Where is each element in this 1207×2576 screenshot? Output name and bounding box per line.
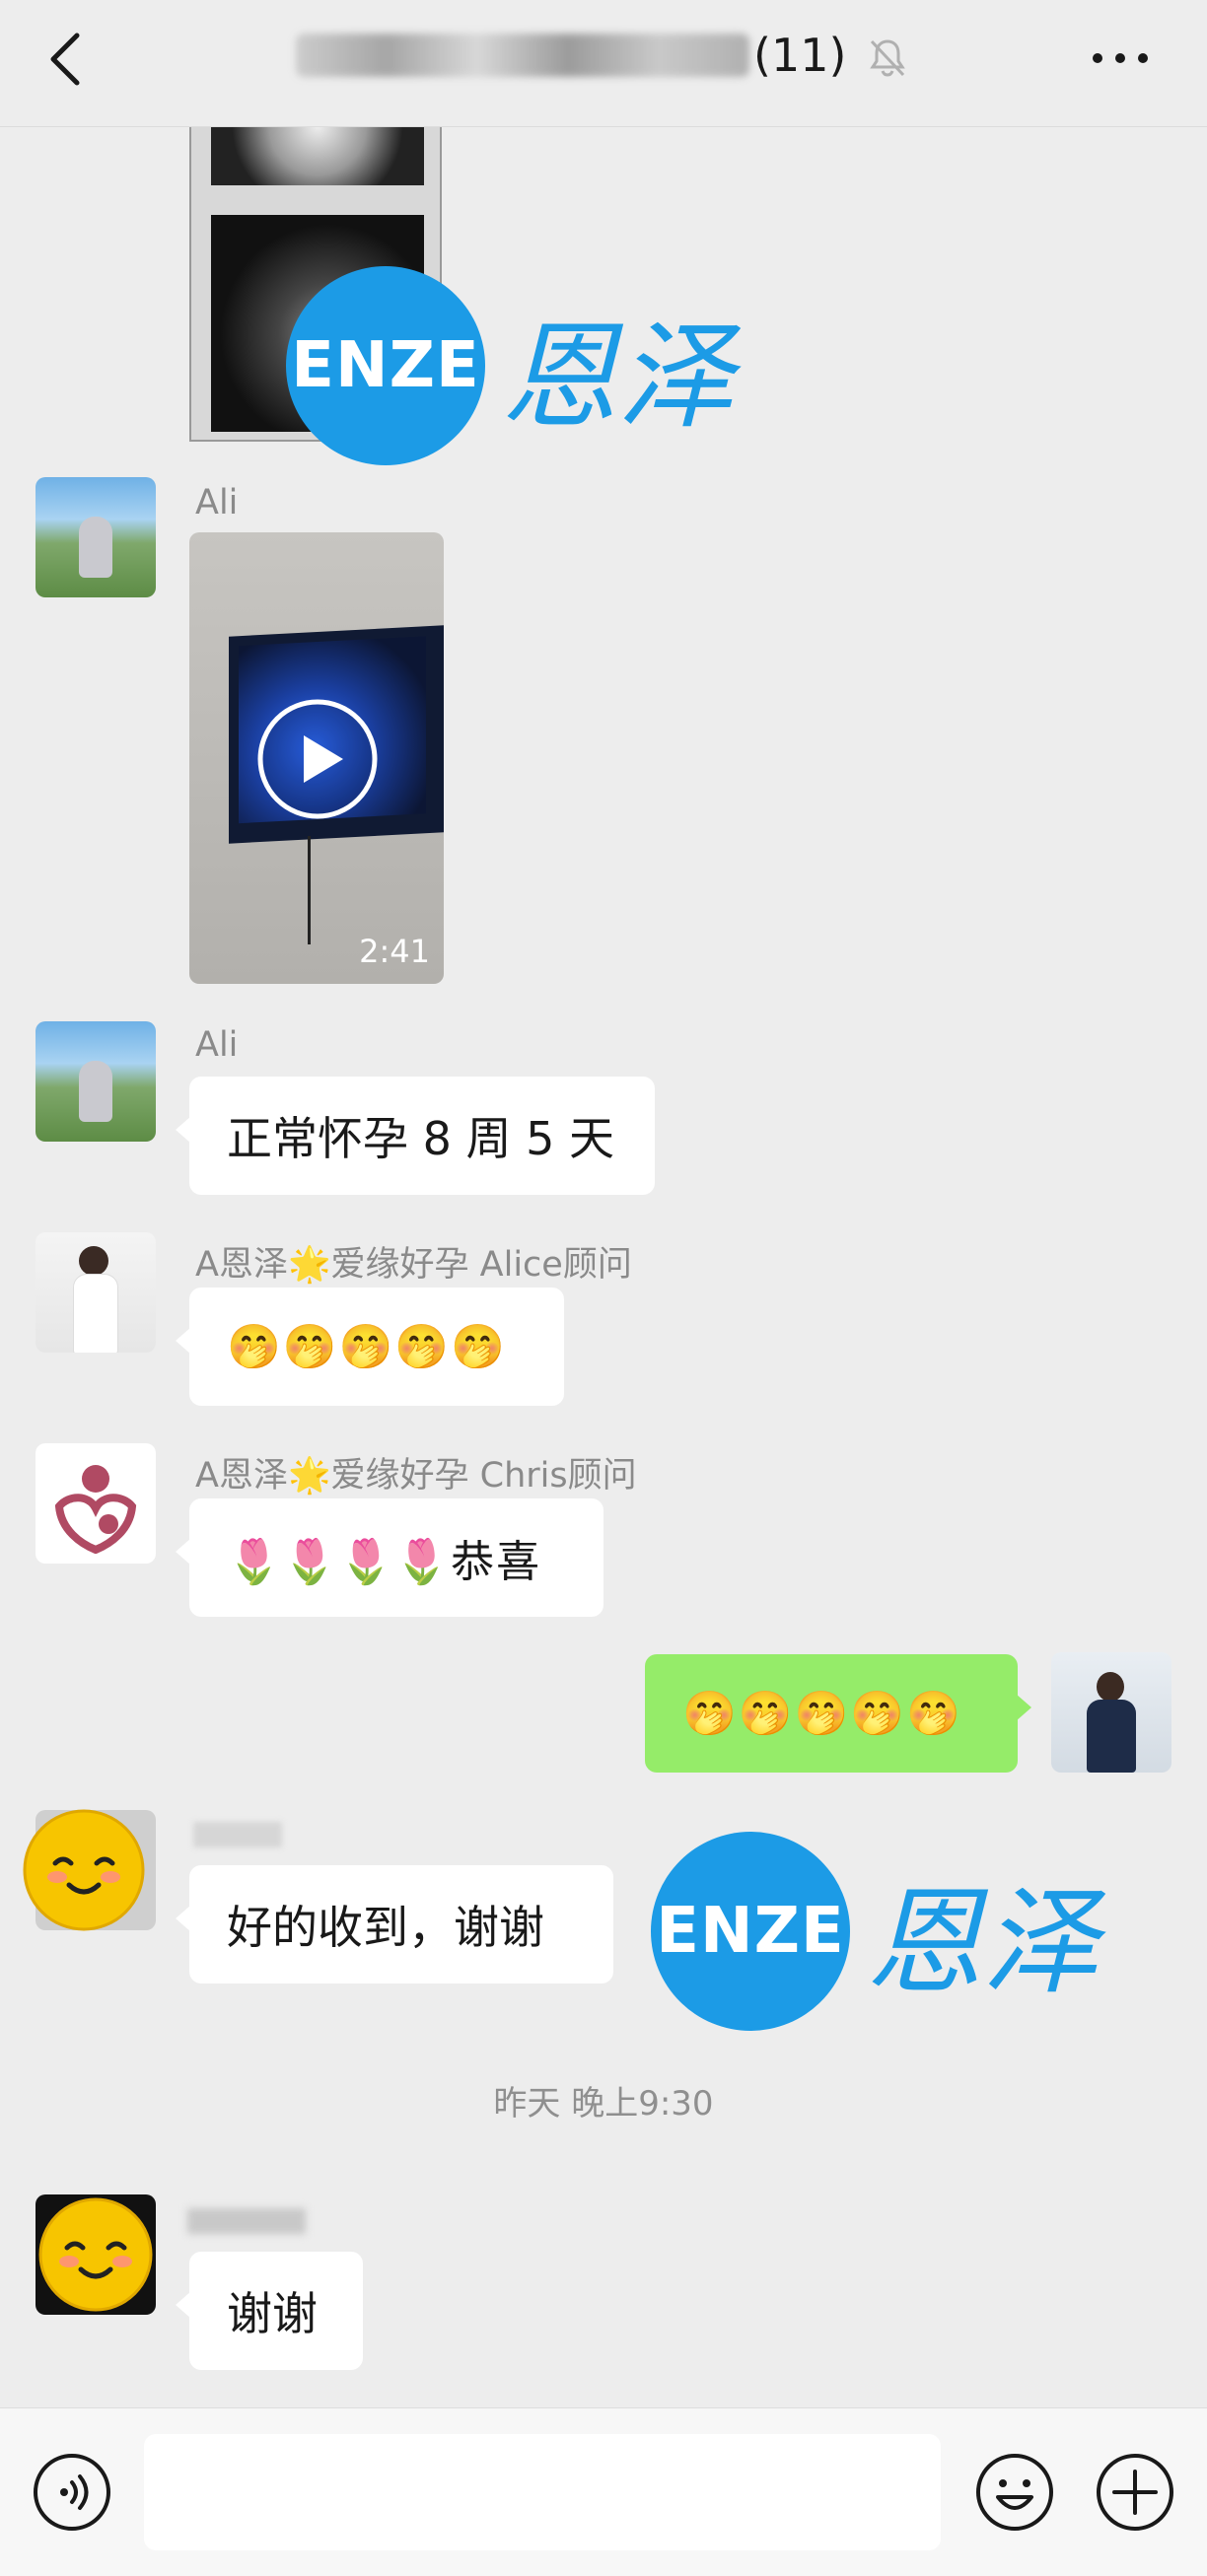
member-count: (11) <box>753 29 847 82</box>
chevron-left-icon[interactable] <box>43 30 87 89</box>
message-video[interactable]: 2:41 <box>189 532 444 984</box>
sender-name-blurred <box>187 2208 306 2234</box>
avatar-person <box>73 1274 118 1353</box>
emoji-icon[interactable] <box>974 2452 1055 2533</box>
my-avatar[interactable] <box>1051 1652 1172 1773</box>
avatar[interactable] <box>36 1443 156 1564</box>
more-dots-icon[interactable] <box>1091 51 1150 65</box>
sender-name: Ali <box>195 1025 239 1065</box>
input-bar <box>0 2407 1207 2576</box>
message-bubble[interactable]: 正常怀孕 8 周 5 天 <box>176 1077 655 1195</box>
video-duration: 2:41 <box>359 933 430 970</box>
sender-name: A恩泽🌟爱缘好孕 Alice顾问 <box>195 1245 632 1285</box>
enze-logo-text: 恩泽 <box>866 1873 1100 2010</box>
message-bubble[interactable]: 谢谢 <box>176 2252 363 2370</box>
voice-icon[interactable] <box>32 2452 112 2533</box>
play-icon[interactable] <box>256 698 379 820</box>
avatar[interactable] <box>36 1232 156 1353</box>
avatar-person <box>1097 1672 1124 1702</box>
sender-name: Ali <box>195 483 239 522</box>
sender-name: A恩泽🌟爱缘好孕 Chris顾问 <box>195 1456 637 1496</box>
avatar[interactable] <box>36 477 156 597</box>
chat-header: (11) <box>0 0 1207 127</box>
avatar-person <box>1087 1700 1136 1773</box>
sender-name-blurred <box>193 1822 282 1847</box>
message-bubble[interactable]: 🌷🌷🌷🌷恭喜 <box>176 1498 604 1617</box>
enze-watermark: ENZE 恩泽 <box>651 1832 1099 2031</box>
enze-logo: ENZE <box>286 266 485 465</box>
smiley-sticker-icon <box>38 2197 153 2312</box>
avatar-person <box>79 1246 108 1276</box>
message-bubble-self[interactable]: 🤭🤭🤭🤭🤭 <box>645 1654 1031 1773</box>
avatar-person <box>79 1061 112 1122</box>
brand-logo-icon <box>54 1465 137 1555</box>
tv-cable <box>308 836 311 944</box>
blurred-group-name <box>296 34 749 77</box>
enze-logo: ENZE <box>651 1832 850 2031</box>
enze-watermark: ENZE 恩泽 <box>286 266 734 465</box>
avatar[interactable] <box>36 2194 156 2315</box>
enze-logo-text: 恩泽 <box>501 308 735 445</box>
smiley-sticker-icon <box>23 1809 145 1931</box>
message-bubble[interactable]: 🤭🤭🤭🤭🤭 <box>176 1288 564 1406</box>
plus-icon[interactable] <box>1095 2452 1175 2533</box>
timestamp: 昨天 晚上9:30 <box>493 2084 714 2123</box>
avatar-person <box>79 517 112 578</box>
bell-off-icon <box>870 39 905 77</box>
ultrasound-image <box>211 126 424 185</box>
avatar[interactable] <box>36 1021 156 1142</box>
message-input[interactable] <box>144 2434 941 2550</box>
chat-title: (11) <box>296 24 846 87</box>
message-bubble[interactable]: 好的收到，谢谢 <box>176 1865 613 1984</box>
